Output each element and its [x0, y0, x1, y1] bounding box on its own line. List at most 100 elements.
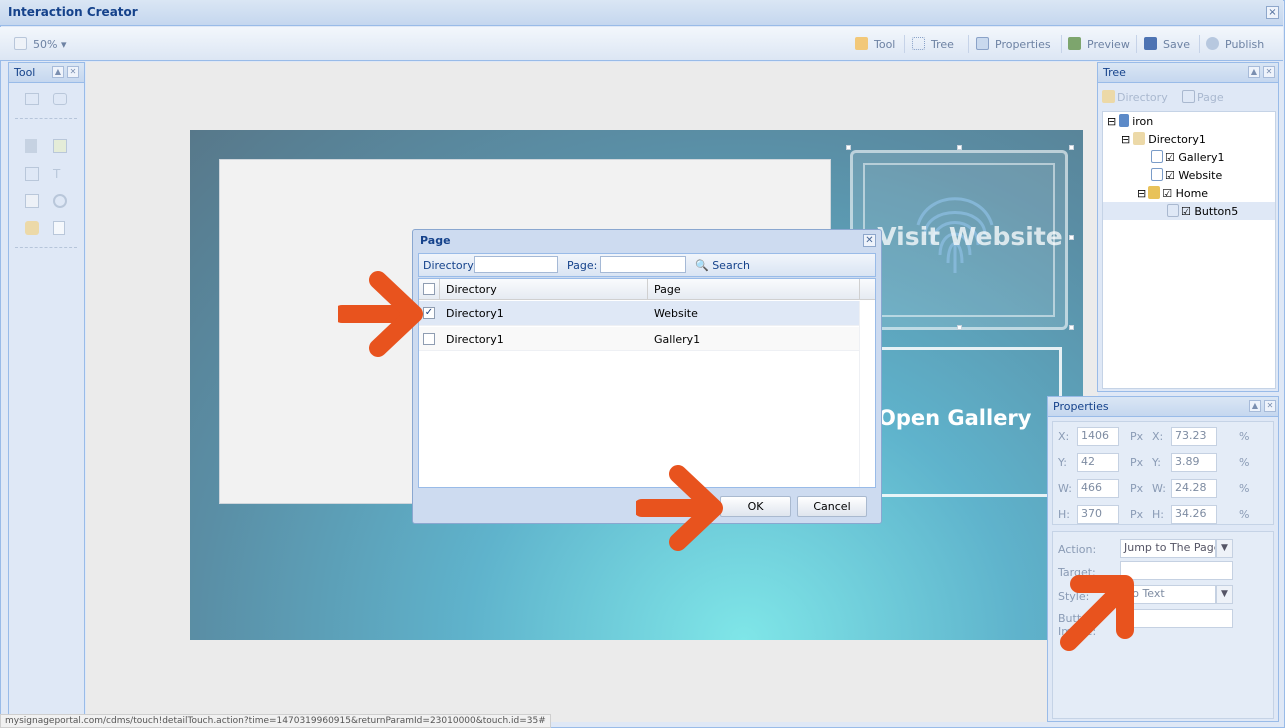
zoom-dropdown[interactable]: 50% ▾	[14, 37, 66, 51]
home-folder-icon	[1148, 186, 1161, 199]
tree-panel-header: Tree ▲ ✕	[1098, 63, 1278, 83]
pct-unit: %	[1239, 482, 1250, 495]
toolbar-tree-button[interactable]: Tree	[912, 37, 954, 51]
button-icon	[1167, 204, 1179, 217]
tool-panel-title: Tool	[14, 66, 36, 79]
y-label: Y:	[1058, 456, 1067, 469]
page-column-header[interactable]: Page	[654, 283, 681, 296]
search-button-label: Search	[712, 259, 750, 272]
close-icon[interactable]: ✕	[1264, 400, 1276, 412]
page-filter-label: Page:	[567, 259, 598, 272]
add-directory-label: Directory	[1117, 91, 1168, 104]
chevron-down-icon[interactable]: ▼	[1216, 585, 1233, 604]
grid-scrollbar[interactable]	[859, 301, 875, 487]
tool-font-icon[interactable]: T	[53, 167, 67, 181]
toolbar-save-button[interactable]: Save	[1144, 37, 1190, 51]
column-divider	[859, 279, 860, 299]
tool-divider	[15, 247, 77, 248]
directory-filter-input[interactable]	[474, 256, 558, 273]
properties-icon	[976, 37, 989, 50]
toolbar-properties-label: Properties	[995, 38, 1051, 51]
row-page-cell: Gallery1	[654, 333, 701, 346]
tree-node-home[interactable]: ⊟ ☑ Home	[1137, 186, 1208, 200]
tree-node-gallery1[interactable]: ☑ Gallery1	[1151, 150, 1225, 164]
grid-row[interactable]: ✓ Directory1 Website	[419, 301, 859, 326]
tool-picture-icon[interactable]	[53, 139, 67, 153]
project-icon	[1119, 114, 1130, 127]
toolbar-publish-button[interactable]: Publish	[1206, 37, 1264, 51]
tool-clock-icon[interactable]	[53, 194, 67, 208]
resize-handle[interactable]	[1069, 325, 1074, 330]
tool-document-icon[interactable]	[53, 221, 65, 235]
close-icon[interactable]: ✕	[1263, 66, 1275, 78]
page-filter-input[interactable]	[600, 256, 686, 273]
grid-row[interactable]: Directory1 Gallery1	[419, 327, 859, 351]
preview-icon	[1068, 37, 1081, 50]
toolbar-separator	[1061, 35, 1062, 53]
collapse-icon[interactable]: ▲	[52, 66, 64, 78]
tree-node-label: iron	[1132, 115, 1154, 128]
h-px-input[interactable]: 370	[1077, 505, 1119, 524]
visit-website-label: Visit Website	[877, 222, 1063, 251]
tree-node-directory1[interactable]: ⊟ Directory1	[1121, 132, 1206, 146]
h-label: H:	[1058, 508, 1070, 521]
close-icon[interactable]: ✕	[67, 66, 79, 78]
tool-folder-icon[interactable]	[25, 221, 39, 235]
resize-handle[interactable]	[846, 145, 851, 150]
w-px-input[interactable]: 466	[1077, 479, 1119, 498]
tool-video-icon[interactable]	[25, 139, 37, 153]
px-unit: Px	[1130, 430, 1144, 443]
resize-handle[interactable]	[957, 145, 962, 150]
h-pct-input[interactable]: 34.26	[1171, 505, 1217, 524]
tree-panel: Tree ▲ ✕ Directory Page ⊟ iron ⊟ Directory…	[1097, 62, 1279, 392]
resize-handle[interactable]	[957, 325, 962, 330]
y-px-input[interactable]: 42	[1077, 453, 1119, 472]
collapse-icon[interactable]: ▲	[1248, 66, 1260, 78]
toolbar-preview-button[interactable]: Preview	[1068, 37, 1130, 51]
w-label: W:	[1058, 482, 1072, 495]
add-page-button[interactable]: Page	[1182, 90, 1224, 104]
cancel-button[interactable]: Cancel	[797, 496, 867, 517]
toolbar-publish-label: Publish	[1225, 38, 1265, 51]
x-label: X:	[1058, 430, 1070, 443]
tree-node-website[interactable]: ☑ Website	[1151, 168, 1222, 182]
toolbar-properties-button[interactable]: Properties	[976, 37, 1051, 51]
tree-node-label: Button5	[1194, 205, 1239, 218]
row-page-cell: Website	[654, 307, 698, 320]
x-pct-input[interactable]: 73.23	[1171, 427, 1217, 446]
search-button[interactable]: 🔍 Search	[695, 259, 750, 272]
tool-shape-icon[interactable]	[53, 93, 67, 105]
px-unit: Px	[1130, 508, 1144, 521]
collapse-icon[interactable]: ▲	[1249, 400, 1261, 412]
x-px-input[interactable]: 1406	[1077, 427, 1119, 446]
tool-button-icon[interactable]	[25, 194, 39, 208]
toolbar-separator	[904, 35, 905, 53]
ok-button[interactable]: OK	[720, 496, 791, 517]
w-pct-label: W:	[1152, 482, 1166, 495]
toolbar-preview-label: Preview	[1087, 38, 1130, 51]
tool-text-icon[interactable]	[25, 167, 39, 181]
properties-panel-header: Properties ▲ ✕	[1048, 397, 1278, 417]
chevron-down-icon[interactable]: ▼	[1216, 539, 1233, 558]
directory-filter-label: Directory:	[423, 259, 477, 272]
tool-image-icon[interactable]	[25, 93, 39, 105]
tree-node-root[interactable]: ⊟ iron	[1107, 114, 1153, 128]
dialog-close-icon[interactable]: ✕	[863, 234, 876, 247]
window-close-icon[interactable]: ×	[1266, 6, 1279, 19]
resize-handle[interactable]	[1069, 145, 1074, 150]
page-icon	[1182, 90, 1195, 103]
resize-handle[interactable]	[1069, 235, 1074, 240]
tree-panel-title: Tree	[1103, 66, 1126, 79]
folder-icon	[1133, 132, 1146, 145]
add-directory-button[interactable]: Directory	[1102, 90, 1168, 104]
grid-header: Directory Page	[419, 279, 875, 300]
y-pct-input[interactable]: 3.89	[1171, 453, 1217, 472]
toolbar-tool-button[interactable]: Tool	[855, 37, 895, 51]
pct-unit: %	[1239, 508, 1250, 521]
tree-node-button5[interactable]: ☑ Button5	[1167, 204, 1238, 218]
directory-column-header[interactable]: Directory	[446, 283, 497, 296]
action-select[interactable]: Jump to The Page	[1120, 539, 1216, 558]
status-url: mysignageportal.com/cdms/touch!detailTou…	[0, 714, 551, 728]
row-directory-cell: Directory1	[446, 333, 504, 346]
w-pct-input[interactable]: 24.28	[1171, 479, 1217, 498]
